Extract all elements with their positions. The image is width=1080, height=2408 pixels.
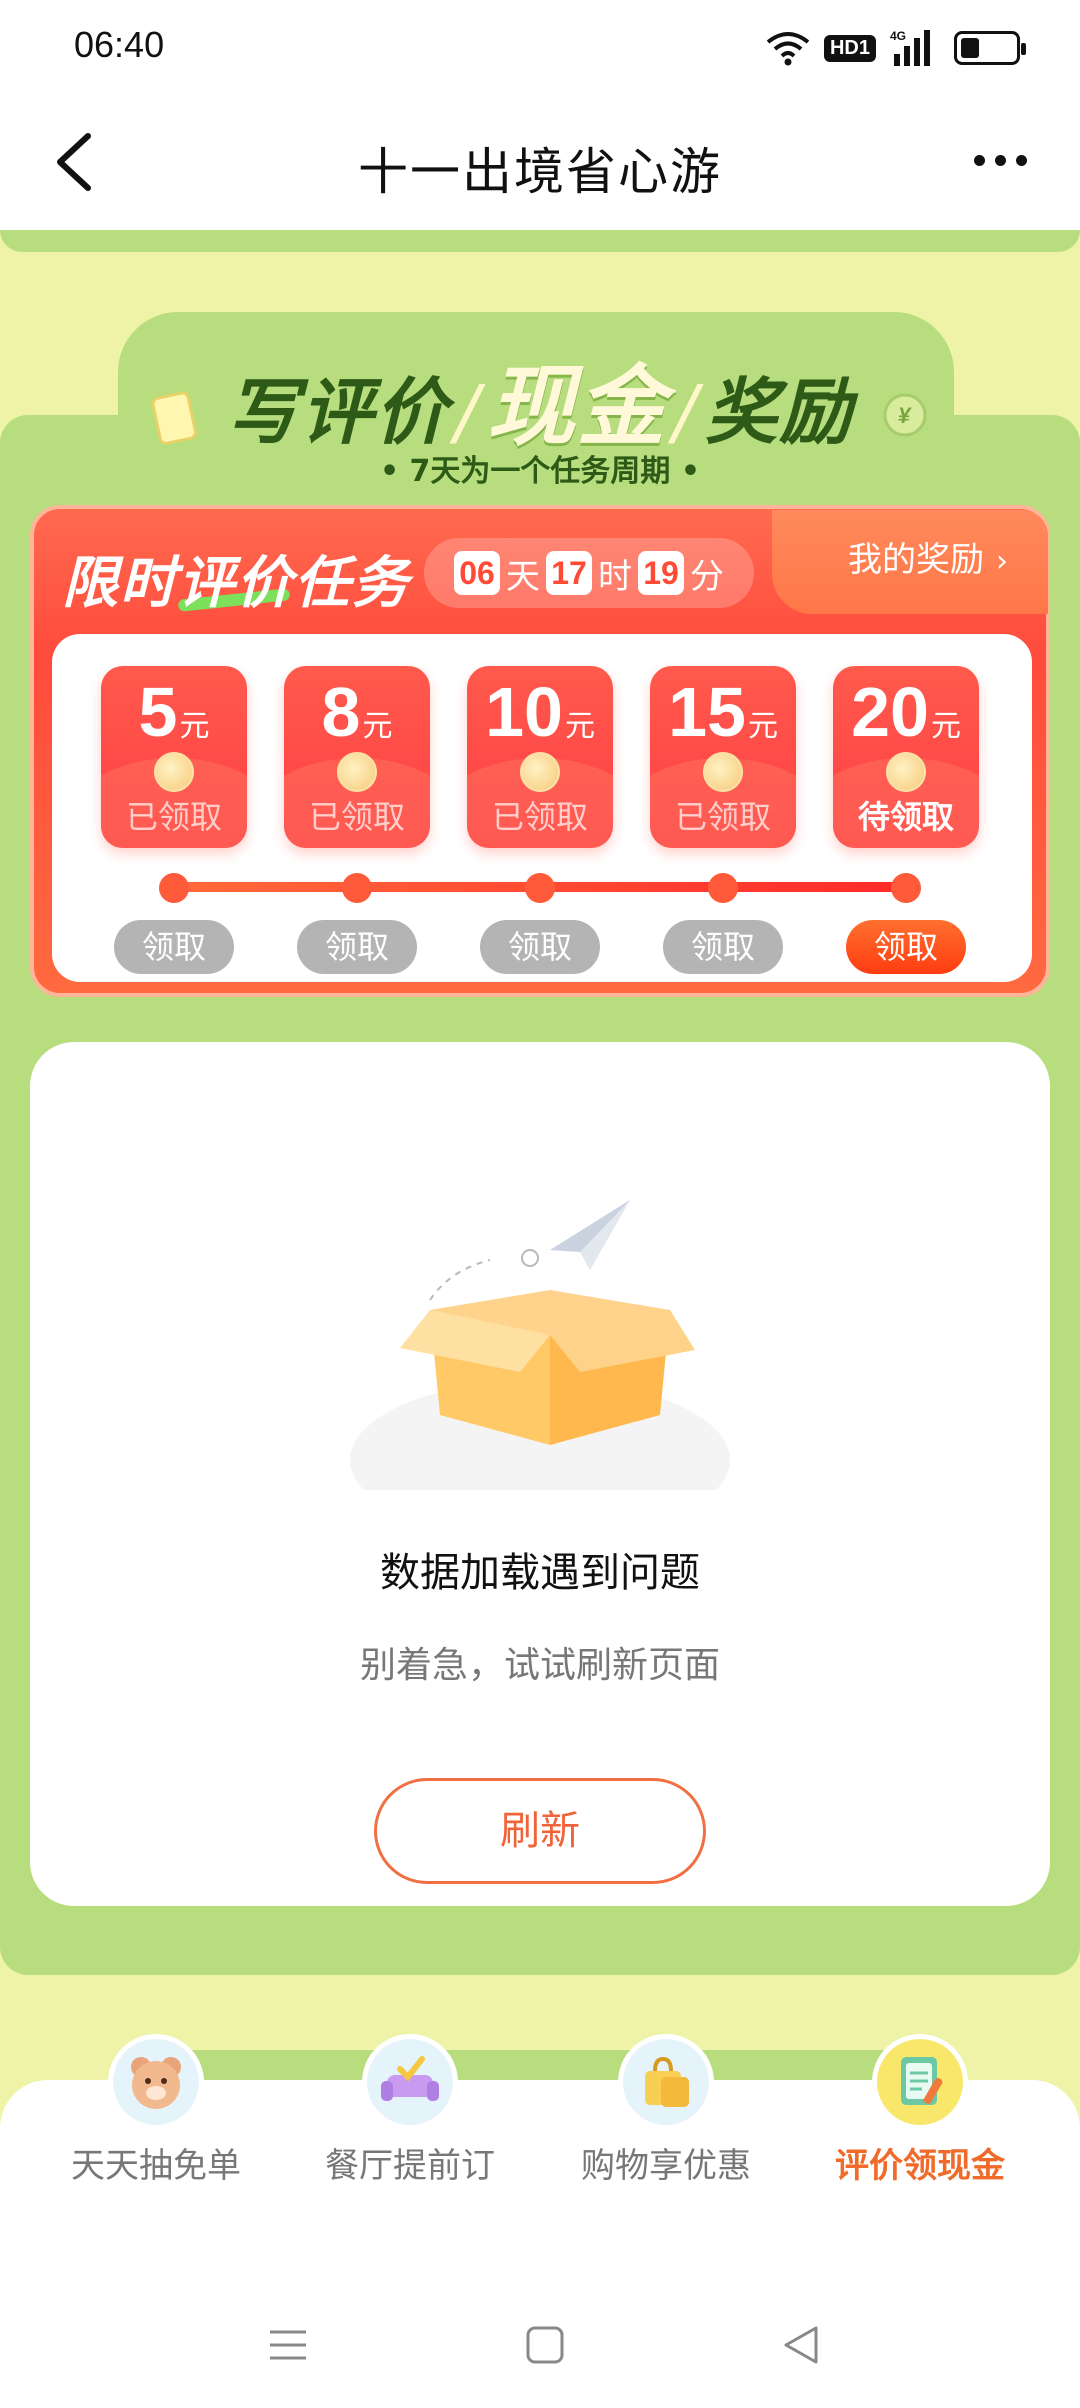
menu-icon[interactable]: [258, 2320, 318, 2370]
progress-dot: [342, 873, 372, 903]
empty-box-illustration: [350, 1200, 730, 1490]
empty-state-subtitle: 别着急，试试刷新页面: [359, 1645, 720, 1686]
tab-label: 天天抽免单: [71, 2146, 241, 2186]
status-bar: 06:40 HD1 4G: [0, 0, 1080, 96]
tab-restaurant[interactable]: 餐厅提前订: [300, 2034, 520, 2194]
countdown: 06 天 17 时 19 分: [424, 538, 754, 608]
coin-icon: [337, 752, 377, 792]
reward-envelope-10: 10元 已领取: [467, 666, 613, 848]
chevron-right-icon: ›: [996, 544, 1008, 579]
reward-unit: 元: [747, 710, 778, 743]
progress-dot: [891, 873, 921, 903]
countdown-minutes-unit: 分: [690, 556, 724, 597]
coin-icon: ¥: [883, 393, 927, 437]
reward-status: 已领取: [308, 798, 405, 836]
bear-icon: [108, 2034, 204, 2130]
sofa-icon: [362, 2034, 458, 2130]
tab-label: 购物享优惠: [581, 2146, 751, 2186]
my-reward-button[interactable]: 我的奖励 ›: [848, 532, 1008, 581]
tab-label: 餐厅提前订: [325, 2146, 495, 2186]
refresh-button[interactable]: 刷新: [374, 1778, 706, 1884]
countdown-minutes: 19: [638, 551, 684, 595]
claim-button[interactable]: 领取: [663, 920, 783, 974]
tab-label: 评价领现金: [835, 2146, 1005, 2186]
nav-bar: 十一出境省心游: [0, 96, 1080, 230]
claim-button[interactable]: 领取: [114, 920, 234, 974]
countdown-hours: 17: [546, 551, 592, 595]
signal-icon: 4G: [890, 29, 930, 66]
coin-icon: [703, 752, 743, 792]
reward-amount: 15: [668, 673, 746, 751]
claim-button[interactable]: 领取: [480, 920, 600, 974]
claim-button[interactable]: 领取: [297, 920, 417, 974]
coin-icon: [520, 752, 560, 792]
status-time: 06:40: [74, 24, 165, 65]
reward-unit: 元: [179, 710, 210, 743]
progress-dot: [708, 873, 738, 903]
banner-subtitle: • 7天为一个任务周期 •: [379, 454, 701, 489]
reward-status: 已领取: [491, 798, 588, 836]
green-top-strip: [0, 230, 1080, 252]
progress-dot: [525, 873, 555, 903]
battery-icon: [954, 31, 1026, 65]
tab-review-cash[interactable]: 评价领现金: [810, 2034, 1030, 2194]
countdown-days-unit: 天: [506, 556, 540, 597]
countdown-hours-unit: 时: [598, 556, 632, 597]
back-icon[interactable]: [772, 2320, 832, 2370]
coin-icon: [154, 752, 194, 792]
notepad-icon: [872, 2034, 968, 2130]
countdown-days: 06: [454, 551, 500, 595]
svg-text:4G: 4G: [890, 29, 906, 43]
tab-shopping[interactable]: 购物享优惠: [556, 2034, 776, 2194]
status-icons: HD1 4G: [766, 26, 1026, 70]
wifi-icon: [766, 32, 810, 66]
reward-envelope-8: 8元 已领取: [284, 666, 430, 848]
hd-icon: HD1: [823, 34, 876, 62]
reward-amount: 8: [321, 673, 361, 751]
shopping-bag-icon: [618, 2034, 714, 2130]
reward-status: 已领取: [125, 798, 222, 836]
reward-envelope-5: 5元 已领取: [101, 666, 247, 848]
task-title: 限时评价任务: [62, 551, 410, 616]
banner-title-part1: 写评价: [226, 370, 449, 454]
svg-text:¥: ¥: [898, 403, 912, 428]
more-dots-icon[interactable]: [960, 140, 1040, 180]
tab-free-draw[interactable]: 天天抽免单: [46, 2034, 266, 2194]
reward-amount: 20: [851, 673, 929, 751]
red-envelope-icon: [151, 392, 197, 446]
banner-title-part2: 奖励: [705, 370, 854, 454]
reward-unit: 元: [362, 710, 393, 743]
home-icon[interactable]: [515, 2320, 575, 2370]
banner-title: 写评价/现金/奖励 ¥: [0, 336, 1080, 463]
empty-state-title: 数据加载遇到问题: [380, 1550, 700, 1596]
reward-status: 已领取: [674, 798, 771, 836]
reward-envelope-20: 20元 待领取: [833, 666, 979, 848]
progress-dot: [159, 873, 189, 903]
reward-status: 待领取: [857, 798, 954, 836]
claim-button-active[interactable]: 领取: [846, 920, 966, 974]
page-title: 十一出境省心游: [358, 143, 722, 201]
reward-unit: 元: [930, 710, 961, 743]
reward-amount: 10: [485, 673, 563, 751]
my-reward-label: 我的奖励: [848, 540, 984, 580]
banner-title-cash: 现金: [486, 355, 667, 458]
reward-unit: 元: [564, 710, 595, 743]
reward-envelope-15: 15元 已领取: [650, 666, 796, 848]
reward-amount: 5: [138, 673, 178, 751]
coin-icon: [886, 752, 926, 792]
